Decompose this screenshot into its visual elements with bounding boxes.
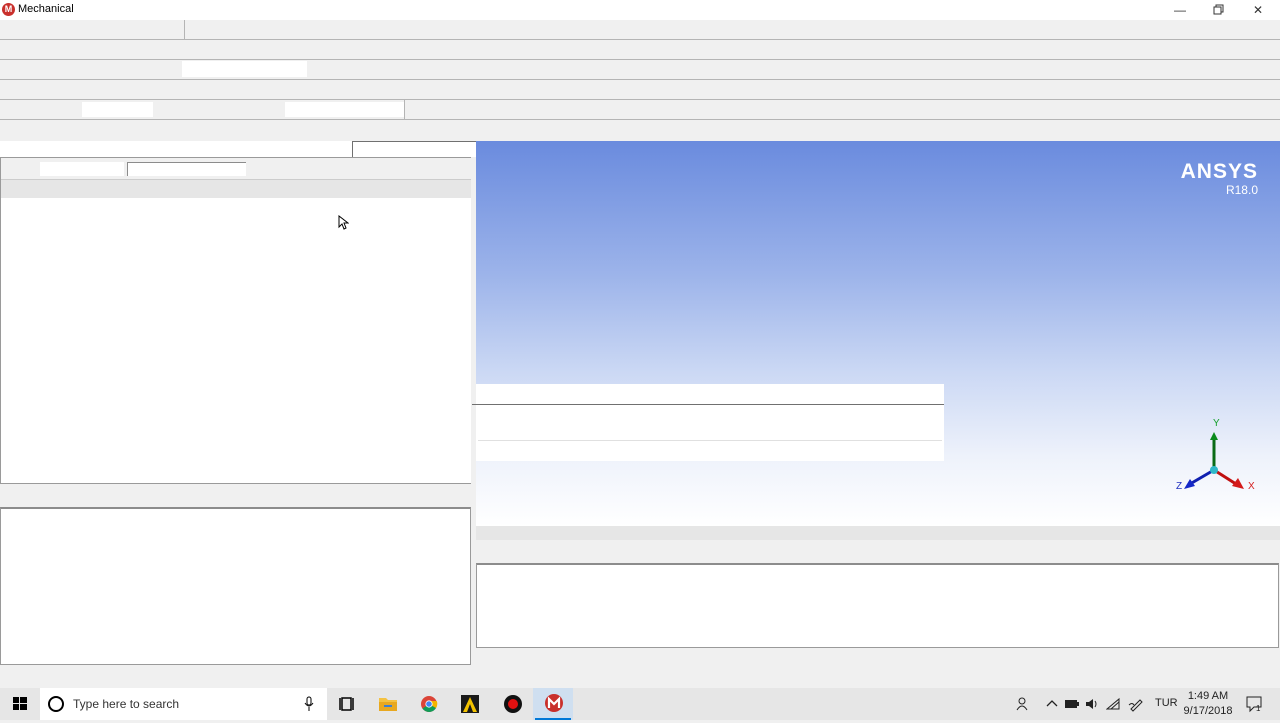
window-title: Mechanical [18,3,74,15]
language-indicator[interactable]: TUR [1155,697,1178,709]
ansys-logo: ANSYS R18.0 [1180,160,1258,198]
clock-date: 9/17/2018 [1183,705,1233,717]
volume-icon[interactable] [1085,697,1099,711]
cortana-icon [48,696,64,712]
mechanical-app-icon[interactable]: M [2,3,15,16]
toolbar-divider [0,59,1280,60]
close-icon[interactable]: ✕ [1239,0,1277,20]
file-explorer-icon [379,698,397,711]
graphics-viewport[interactable] [476,141,1280,526]
outline-search-input[interactable] [127,162,246,176]
autodesk-button[interactable] [450,688,490,720]
status-bar [0,669,1280,688]
record-icon [504,695,522,713]
minimize-icon[interactable]: — [1161,0,1199,20]
toolbar-divider [0,99,1280,100]
action-center-icon[interactable] [1245,695,1265,713]
chrome-button[interactable] [409,688,449,720]
mechanical-icon [545,694,563,712]
task-view-button[interactable] [327,688,367,720]
toolbar-divider [0,79,1280,80]
chrome-icon [421,696,438,712]
clock-time: 1:49 AM [1187,690,1229,702]
task-view-icon [339,697,354,711]
outline-filter-field[interactable] [40,162,124,176]
toolbar-divider [0,119,1280,120]
ansys-brand: ANSYS [1180,160,1258,183]
dialog-content [478,405,942,441]
details-splitter[interactable] [0,486,471,507]
tab-active[interactable] [352,141,476,157]
axis-x-label: X [1248,481,1255,492]
wifi-icon[interactable] [1106,697,1120,711]
record-button[interactable] [491,688,531,720]
battery-icon[interactable] [1064,697,1080,711]
file-explorer-button[interactable] [368,688,408,720]
details-pane [0,507,471,665]
toolbar-separator [184,20,185,39]
clock[interactable]: 1:49 AM 9/17/2018 [1180,689,1236,719]
tab-strip [0,141,352,157]
graph-pane [476,563,1279,648]
toolbar-field[interactable] [82,102,153,117]
toolbar-separator [404,100,405,119]
axis-z-label: Z [1176,481,1183,492]
axis-y-label: Y [1213,418,1220,429]
restore-icon[interactable] [1200,0,1238,20]
chevron-up-icon[interactable] [1046,698,1058,708]
windows-logo-icon [13,697,27,710]
viewport-tab-strip [476,526,1280,540]
toolbar-field[interactable] [182,61,307,77]
notification-count: 1 [1256,704,1261,713]
people-icon[interactable] [1015,696,1031,712]
autodesk-icon [461,695,479,713]
outline-header [1,180,471,198]
mouse-cursor-icon [338,215,349,230]
toolbar-field[interactable] [285,102,404,117]
search-placeholder: Type here to search [73,697,180,711]
mechanical-taskbar-button[interactable] [533,688,573,720]
ansys-version: R18.0 [1225,183,1258,197]
microphone-icon[interactable] [303,696,315,712]
start-button[interactable] [0,688,40,720]
title-bar [0,0,1280,20]
outline-tree[interactable] [1,199,471,483]
toolbar-divider [0,39,1280,40]
pen-icon[interactable] [1128,696,1144,712]
